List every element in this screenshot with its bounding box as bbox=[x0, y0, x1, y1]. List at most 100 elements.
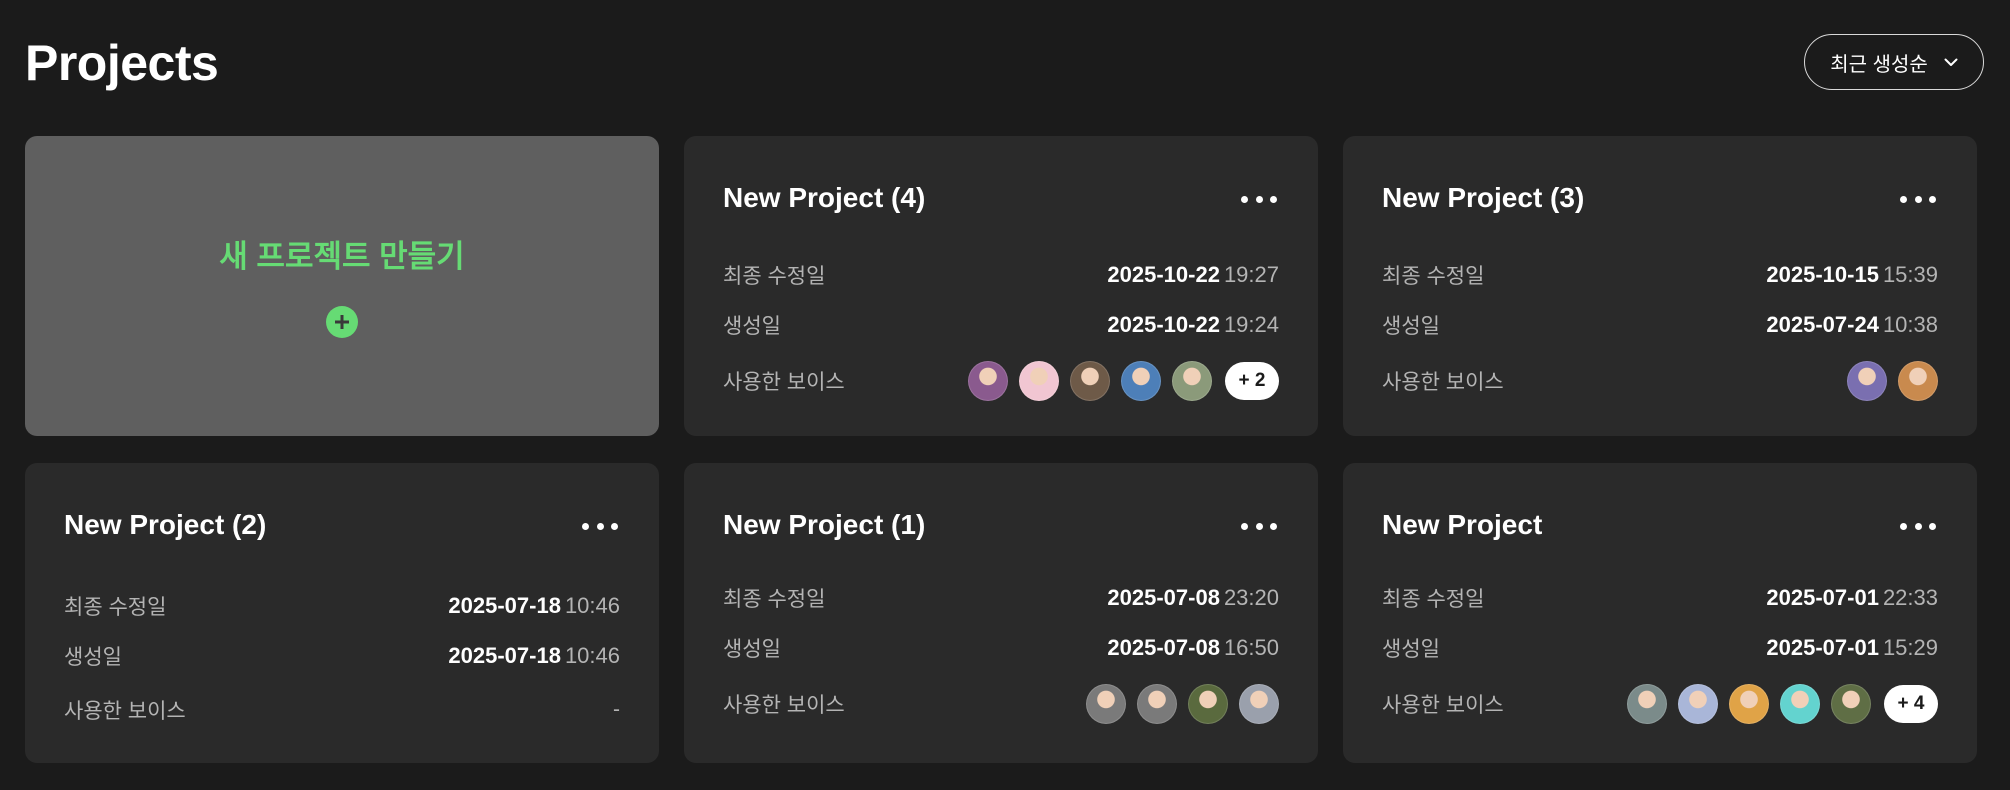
created-row: 생성일 2025-10-22 19:24 bbox=[723, 308, 1279, 342]
voices-label: 사용한 보이스 bbox=[1382, 371, 1504, 394]
created-row: 생성일 2025-07-18 10:46 bbox=[64, 639, 620, 673]
modified-time: 22:33 bbox=[1882, 585, 1938, 610]
voice-avatar[interactable] bbox=[1137, 684, 1177, 724]
voices-label: 사용한 보이스 bbox=[1382, 694, 1504, 717]
project-title[interactable]: New Project (3) bbox=[1382, 182, 1584, 214]
more-options-icon[interactable] bbox=[1241, 514, 1277, 538]
modified-row: 최종 수정일 2025-10-15 15:39 bbox=[1382, 258, 1938, 292]
voice-avatar[interactable] bbox=[1678, 684, 1718, 724]
voice-avatar[interactable] bbox=[1780, 684, 1820, 724]
modified-value: 2025-10-22 19:27 bbox=[1107, 262, 1279, 288]
modified-label: 최종 수정일 bbox=[64, 596, 167, 619]
more-options-icon[interactable] bbox=[1900, 514, 1936, 538]
created-date: 2025-07-24 bbox=[1766, 312, 1879, 337]
voices-label: 사용한 보이스 bbox=[64, 700, 186, 723]
project-card[interactable]: New Project (2) 최종 수정일 2025-07-18 10:46 생… bbox=[25, 463, 659, 763]
modified-value: 2025-07-08 23:20 bbox=[1107, 585, 1279, 611]
more-options-icon[interactable] bbox=[1241, 187, 1277, 211]
created-row: 생성일 2025-07-24 10:38 bbox=[1382, 308, 1938, 342]
project-card[interactable]: New Project (3) 최종 수정일 2025-10-15 15:39 생… bbox=[1343, 136, 1977, 436]
more-voices-badge[interactable]: + 2 bbox=[1225, 362, 1279, 400]
created-date: 2025-07-01 bbox=[1766, 635, 1879, 660]
voice-avatar[interactable] bbox=[1121, 361, 1161, 401]
modified-row: 최종 수정일 2025-10-22 19:27 bbox=[723, 258, 1279, 292]
voice-avatar[interactable] bbox=[1172, 361, 1212, 401]
created-label: 생성일 bbox=[1382, 315, 1440, 338]
modified-label: 최종 수정일 bbox=[1382, 265, 1485, 288]
created-time: 15:29 bbox=[1882, 635, 1938, 660]
voices-row: 사용한 보이스 bbox=[1382, 360, 1938, 402]
created-date: 2025-10-22 bbox=[1107, 312, 1220, 337]
new-project-card[interactable]: 새 프로젝트 만들기 bbox=[25, 136, 659, 436]
no-voices-text: - bbox=[613, 698, 620, 721]
project-card[interactable]: New Project (4) 최종 수정일 2025-10-22 19:27 생… bbox=[684, 136, 1318, 436]
voice-avatar[interactable] bbox=[968, 361, 1008, 401]
projects-page: Projects 최근 생성순 새 프로젝트 만들기 New Project (… bbox=[0, 0, 2010, 790]
created-label: 생성일 bbox=[1382, 638, 1440, 661]
chevron-down-icon bbox=[1944, 58, 1958, 67]
modified-date: 2025-07-08 bbox=[1107, 585, 1220, 610]
created-value: 2025-07-24 10:38 bbox=[1766, 312, 1938, 338]
created-time: 10:46 bbox=[564, 643, 620, 668]
voices-row: 사용한 보이스 + 2 bbox=[723, 360, 1279, 402]
created-time: 10:38 bbox=[1882, 312, 1938, 337]
modified-label: 최종 수정일 bbox=[1382, 588, 1485, 611]
page-title: Projects bbox=[25, 35, 219, 91]
created-label: 생성일 bbox=[723, 315, 781, 338]
modified-time: 23:20 bbox=[1223, 585, 1279, 610]
created-row: 생성일 2025-07-08 16:50 bbox=[723, 631, 1279, 665]
project-title[interactable]: New Project (1) bbox=[723, 509, 925, 541]
voice-avatar[interactable] bbox=[1729, 684, 1769, 724]
voice-avatar-list: + 4 bbox=[1627, 684, 1938, 724]
created-label: 생성일 bbox=[723, 638, 781, 661]
modified-value: 2025-10-15 15:39 bbox=[1766, 262, 1938, 288]
created-value: 2025-07-01 15:29 bbox=[1766, 635, 1938, 661]
voice-avatar[interactable] bbox=[1070, 361, 1110, 401]
created-value: 2025-07-08 16:50 bbox=[1107, 635, 1279, 661]
created-date: 2025-07-08 bbox=[1107, 635, 1220, 660]
created-label: 생성일 bbox=[64, 646, 122, 669]
voices-label: 사용한 보이스 bbox=[723, 694, 845, 717]
modified-date: 2025-07-18 bbox=[448, 593, 561, 618]
sort-dropdown-label: 최근 생성순 bbox=[1830, 53, 1928, 76]
new-project-label: 새 프로젝트 만들기 bbox=[219, 239, 465, 274]
modified-time: 10:46 bbox=[564, 593, 620, 618]
created-date: 2025-07-18 bbox=[448, 643, 561, 668]
voice-avatar[interactable] bbox=[1239, 684, 1279, 724]
created-row: 생성일 2025-07-01 15:29 bbox=[1382, 631, 1938, 665]
voice-avatar[interactable] bbox=[1188, 684, 1228, 724]
plus-icon bbox=[326, 306, 358, 338]
voice-avatar[interactable] bbox=[1019, 361, 1059, 401]
voice-avatar[interactable] bbox=[1847, 361, 1887, 401]
project-title[interactable]: New Project (2) bbox=[64, 509, 266, 541]
more-options-icon[interactable] bbox=[582, 514, 618, 538]
modified-value: 2025-07-01 22:33 bbox=[1766, 585, 1938, 611]
sort-dropdown[interactable]: 최근 생성순 bbox=[1804, 34, 1984, 90]
voices-label: 사용한 보이스 bbox=[723, 371, 845, 394]
voice-avatar[interactable] bbox=[1627, 684, 1667, 724]
modified-row: 최종 수정일 2025-07-08 23:20 bbox=[723, 581, 1279, 615]
modified-date: 2025-10-22 bbox=[1107, 262, 1220, 287]
project-card[interactable]: New Project 최종 수정일 2025-07-01 22:33 생성일 2… bbox=[1343, 463, 1977, 763]
modified-row: 최종 수정일 2025-07-01 22:33 bbox=[1382, 581, 1938, 615]
modified-label: 최종 수정일 bbox=[723, 265, 826, 288]
voice-avatar-list: + 2 bbox=[968, 361, 1279, 401]
more-options-icon[interactable] bbox=[1900, 187, 1936, 211]
modified-time: 15:39 bbox=[1882, 262, 1938, 287]
project-card[interactable]: New Project (1) 최종 수정일 2025-07-08 23:20 생… bbox=[684, 463, 1318, 763]
created-time: 16:50 bbox=[1223, 635, 1279, 660]
project-title[interactable]: New Project bbox=[1382, 509, 1542, 541]
project-title[interactable]: New Project (4) bbox=[723, 182, 925, 214]
voice-avatar[interactable] bbox=[1086, 684, 1126, 724]
modified-date: 2025-10-15 bbox=[1766, 262, 1879, 287]
modified-label: 최종 수정일 bbox=[723, 588, 826, 611]
voice-avatar[interactable] bbox=[1898, 361, 1938, 401]
voices-row: 사용한 보이스 - bbox=[64, 689, 620, 731]
modified-value: 2025-07-18 10:46 bbox=[448, 593, 620, 619]
modified-row: 최종 수정일 2025-07-18 10:46 bbox=[64, 589, 620, 623]
voice-avatar-list bbox=[1847, 361, 1938, 401]
voices-row: 사용한 보이스 bbox=[723, 683, 1279, 725]
created-time: 19:24 bbox=[1223, 312, 1279, 337]
voice-avatar[interactable] bbox=[1831, 684, 1871, 724]
more-voices-badge[interactable]: + 4 bbox=[1884, 685, 1938, 723]
